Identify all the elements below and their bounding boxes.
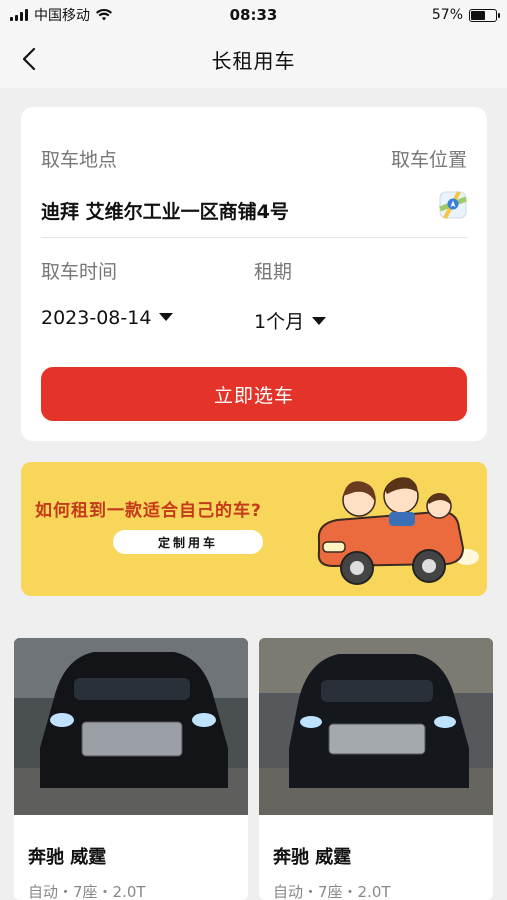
carrier-name: 中国移动 [34,8,90,24]
battery-icon [469,8,500,22]
car-spec: 自动・7座・2.0T [28,883,146,900]
nav-bar: 长租用车 [0,30,507,88]
battery-fill [471,10,485,20]
select-car-button[interactable]: 立即选车 [41,367,467,421]
car-photo [14,638,248,815]
rental-term-label: 租期 [254,261,293,283]
family-car-illustration [317,477,479,585]
status-left: 中国移动 [10,5,112,25]
divider [41,237,467,238]
signal-icon [10,9,28,21]
custom-rental-banner[interactable]: 如何租到一款适合自己的车? 定制用车 [21,462,487,596]
pickup-location-link[interactable]: 取车位置 [391,145,467,172]
status-right: 57% [431,7,500,23]
pickup-time-value: 2023-08-14 [41,307,152,329]
chevron-left-icon [22,47,36,71]
pickup-location-label: 取车地点 [41,149,118,171]
wifi-icon [96,9,112,21]
car-card[interactable]: 奔驰 威霆 自动・7座・2.0T [14,638,248,900]
caret-down-icon [312,316,327,325]
car-name: 奔驰 威霆 [273,847,352,868]
back-button[interactable] [14,44,44,74]
custom-rental-button[interactable]: 定制用车 [113,530,263,554]
pickup-address[interactable]: 迪拜 艾维尔工业一区商铺4号 [41,197,289,224]
pickup-time-select[interactable]: 2023-08-14 [41,307,174,329]
car-photo [259,638,493,815]
pickup-card: 取车地点 取车位置 迪拜 艾维尔工业一区商铺4号 取车时间 租期 2023-08… [21,107,487,441]
status-bar: 中国移动 08:33 57% [0,0,507,30]
rental-term-select[interactable]: 1个月 [254,307,327,334]
car-name: 奔驰 威霆 [28,847,107,868]
map-pin-icon[interactable] [439,191,467,219]
battery-percent: 57% [431,7,463,23]
pickup-time-label: 取车时间 [41,261,118,283]
car-card[interactable]: 奔驰 威霆 自动・7座・2.0T [259,638,493,900]
caret-down-icon [159,312,174,321]
car-spec: 自动・7座・2.0T [273,883,391,900]
rental-term-value: 1个月 [254,311,305,333]
banner-headline: 如何租到一款适合自己的车? [35,501,262,521]
page-title: 长租用车 [211,48,296,73]
